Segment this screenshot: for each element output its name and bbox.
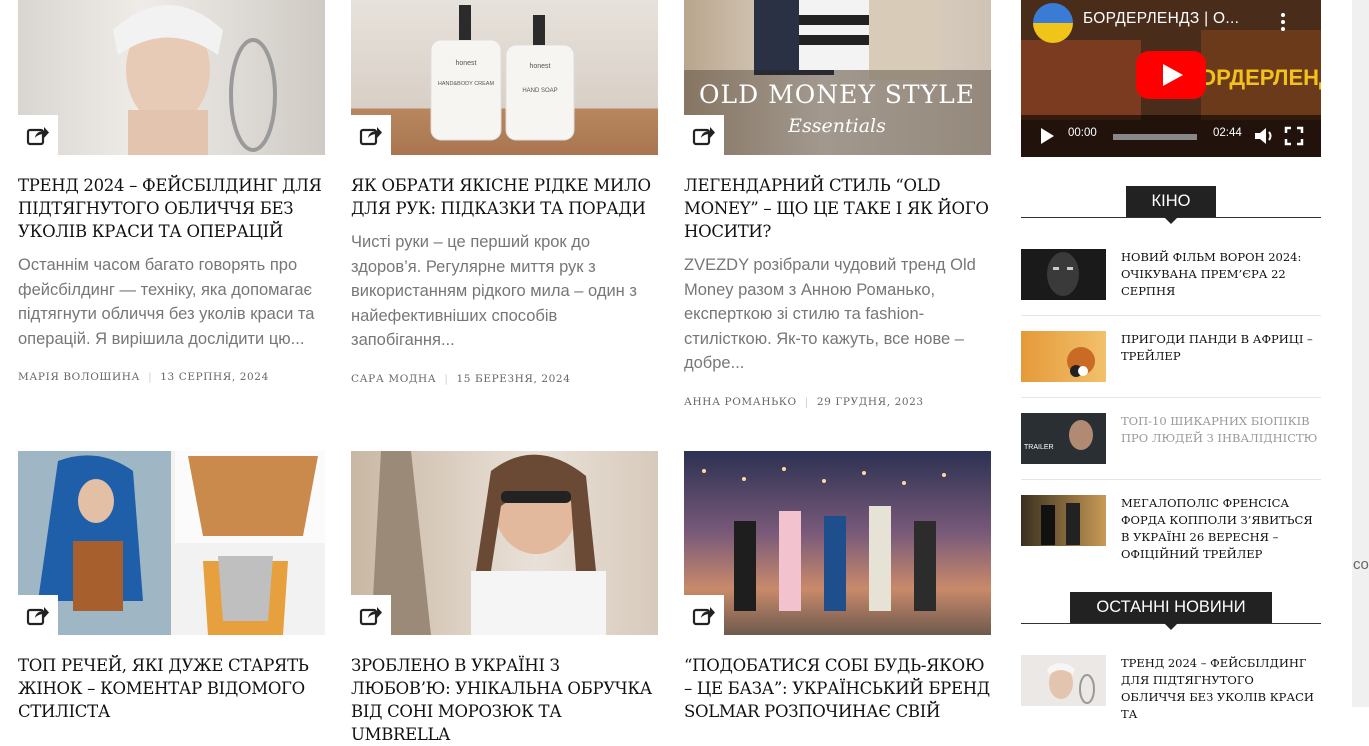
duration: 02:44: [1213, 127, 1242, 139]
article-card: honest HAND&BODY CREAM honest HAND SOAP …: [351, 0, 658, 385]
share-icon[interactable]: [18, 115, 58, 155]
post-title[interactable]: Топ-10 шикарних біопіків про людей з інв…: [1121, 413, 1321, 447]
article-excerpt: Останнім часом багато говорять про фейсб…: [18, 256, 315, 348]
play-icon[interactable]: [1039, 127, 1055, 150]
old-money-photo: OLD MONEY STYLE Essentials: [684, 0, 991, 155]
trailer-badge: TRAILER: [1024, 444, 1054, 451]
youtube-play-button[interactable]: [1136, 51, 1206, 104]
bottle-brand: honest: [455, 60, 476, 67]
post-thumbnail[interactable]: TRAILER: [1021, 413, 1106, 464]
dancers-photo: [702, 467, 946, 611]
article-date: 29 грудня, 2023: [816, 395, 924, 408]
article-card: OLD MONEY STYLE Essentials Легендарний с…: [684, 0, 991, 408]
bottle-label: HAND&BODY CREAM: [438, 81, 495, 87]
post-thumbnail[interactable]: [1021, 331, 1106, 382]
article-title[interactable]: Зроблено в Україні з любов’ю: унікальна …: [351, 654, 658, 746]
post-title[interactable]: Пригоди Панди в Африці – трейлер: [1121, 331, 1321, 365]
article-excerpt: ZVEZDY розібрали чудовий тренд Old Money…: [684, 256, 976, 372]
article-title[interactable]: Як обрати якісне рідке мило для рук: під…: [351, 174, 658, 220]
article-image[interactable]: [351, 451, 658, 635]
video-player[interactable]: БОРДЕРЛЕНДЗ БОРДЕРЛЕНДЗ | О... 00:00 02:…: [1021, 0, 1321, 157]
share-icon[interactable]: [18, 595, 58, 635]
video-controls: 00:00 02:44: [1021, 115, 1321, 157]
article-image[interactable]: OLD MONEY STYLE Essentials: [684, 0, 991, 155]
share-icon[interactable]: [351, 595, 391, 635]
section-title[interactable]: ОСТАННІ НОВИНИ: [1070, 592, 1272, 623]
image-overlay-title: OLD MONEY STYLE: [699, 80, 975, 109]
share-icon[interactable]: [684, 595, 724, 635]
article-meta: Сара Модна | 15 березня, 2024: [351, 372, 571, 385]
bottle-brand: honest: [529, 63, 550, 70]
post-title[interactable]: Мегалополіс Френсіса Форда Копполи з’яви…: [1121, 495, 1321, 563]
article-date: 15 березня, 2024: [456, 372, 571, 385]
article-title[interactable]: Легендарний стиль “Old Money” – що це та…: [684, 174, 991, 243]
fullscreen-icon[interactable]: [1284, 126, 1304, 151]
video-title[interactable]: БОРДЕРЛЕНДЗ | О...: [1083, 10, 1239, 28]
article-image[interactable]: [684, 451, 991, 635]
post-title[interactable]: Тренд 2024 – фейсбілдинг для підтягнутог…: [1121, 655, 1321, 723]
article-meta: Анна Романько | 29 грудня, 2023: [684, 395, 924, 408]
article-author[interactable]: Анна Романько: [684, 396, 797, 408]
scarves-photo: [18, 451, 325, 635]
volume-icon[interactable]: [1253, 126, 1275, 151]
share-icon[interactable]: [684, 115, 724, 155]
article-image[interactable]: [18, 0, 325, 155]
article-title[interactable]: Топ речей, які дуже старять жінок – коме…: [18, 654, 325, 723]
section-header-kino: КІНО: [1021, 186, 1321, 224]
section-header-latest: ОСТАННІ НОВИНИ: [1021, 592, 1321, 630]
section-title[interactable]: КІНО: [1126, 186, 1216, 217]
article-date: 13 серпня, 2024: [160, 371, 269, 383]
article-card: Тренд 2024 – фейсбілдинг для підтягнутог…: [18, 0, 325, 383]
article-image[interactable]: [18, 451, 325, 635]
article-card: Топ речей, які дуже старять жінок – коме…: [18, 451, 325, 723]
article-card: Зроблено в Україні з любов’ю: унікальна …: [351, 451, 658, 746]
kebab-icon[interactable]: [1279, 12, 1287, 37]
page-edge: [1352, 0, 1369, 707]
post-title[interactable]: Новий фільм Ворон 2024: очікувана прем’є…: [1121, 249, 1321, 300]
article-author[interactable]: Марія Волошина: [18, 371, 140, 383]
article-author[interactable]: Сара Модна: [351, 373, 436, 385]
article-title[interactable]: “Подобатися собі будь-якою – це база”: у…: [684, 654, 991, 723]
article-title[interactable]: Тренд 2024 – фейсбілдинг для підтягнутог…: [18, 174, 325, 243]
facebuilding-photo: [113, 5, 277, 155]
article-excerpt: Чисті руки – це перший крок до здоров’я.…: [351, 233, 637, 349]
channel-avatar[interactable]: [1033, 3, 1073, 43]
share-icon[interactable]: [351, 115, 391, 155]
edge-text: co: [1353, 556, 1369, 573]
article-image[interactable]: honest HAND&BODY CREAM honest HAND SOAP: [351, 0, 658, 155]
bottle-label: HAND SOAP: [522, 88, 557, 94]
ring-photo: [371, 451, 606, 635]
article-card: “Подобатися собі будь-якою – це база”: у…: [684, 451, 991, 723]
article-meta: Марія Волошина | 13 серпня, 2024: [18, 371, 269, 383]
soap-bottles-photo: honest HAND&BODY CREAM honest HAND SOAP: [430, 5, 575, 141]
current-time: 00:00: [1068, 127, 1097, 139]
post-thumbnail[interactable]: [1021, 249, 1106, 300]
post-thumbnail[interactable]: [1021, 655, 1106, 706]
image-overlay-subtitle: Essentials: [787, 115, 886, 137]
post-thumbnail[interactable]: [1021, 495, 1106, 546]
seek-bar[interactable]: [1113, 134, 1197, 140]
